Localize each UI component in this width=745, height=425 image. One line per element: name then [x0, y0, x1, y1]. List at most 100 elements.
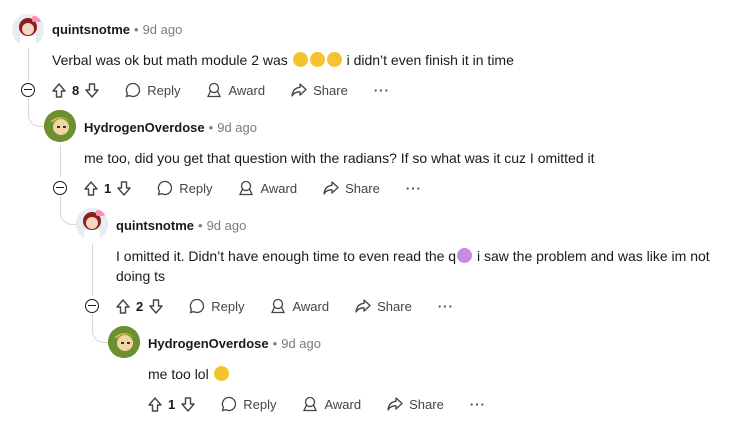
avatar-image — [108, 326, 140, 358]
collapse-thread-button[interactable] — [53, 181, 67, 195]
comment-meta: quintsnotme • 9d ago — [116, 218, 246, 234]
award-icon — [271, 298, 286, 314]
timestamp[interactable]: 9d ago — [217, 120, 257, 135]
timestamp[interactable]: 9d ago — [143, 22, 183, 37]
avatar[interactable] — [12, 14, 44, 46]
award-button[interactable]: Award — [206, 82, 265, 98]
thread-curve — [28, 98, 45, 127]
arrow-up-icon[interactable] — [52, 82, 66, 98]
more-options-button[interactable]: ··· — [406, 181, 422, 196]
award-label: Award — [228, 82, 266, 98]
share-button[interactable]: Share — [323, 180, 380, 196]
comment-body: me too lol — [148, 364, 230, 384]
avatar-image — [76, 208, 108, 240]
comment-meta: HydrogenOverdose • 9d ago — [84, 120, 257, 136]
comment-body: Verbal was ok but math module 2 was i di… — [52, 50, 514, 70]
avatar[interactable] — [44, 110, 76, 142]
share-arrow-icon — [387, 397, 403, 411]
screaming-face-emoji-icon — [292, 52, 308, 67]
comment-body: I omitted it. Didn’t have enough time to… — [116, 246, 731, 286]
timestamp[interactable]: 9d ago — [281, 336, 321, 351]
share-button[interactable]: Share — [355, 298, 412, 314]
screaming-face-emoji-icon — [309, 52, 325, 67]
share-label: Share — [313, 82, 348, 98]
award-button[interactable]: Award — [238, 180, 297, 196]
award-label: Award — [292, 298, 330, 314]
arrow-up-icon[interactable] — [148, 396, 162, 412]
laughing-face-emoji-icon — [213, 366, 229, 381]
crying-face-emoji-icon — [457, 248, 473, 263]
share-label: Share — [409, 396, 444, 412]
avatar[interactable] — [108, 326, 140, 358]
comment-text: doing ts — [116, 268, 166, 284]
award-label: Award — [324, 396, 362, 412]
author-name[interactable]: quintsnotme — [116, 218, 194, 233]
thread-line — [92, 244, 93, 296]
vote-count: 1 — [104, 180, 112, 196]
share-arrow-icon — [355, 299, 371, 313]
arrow-down-icon[interactable] — [149, 298, 163, 314]
collapse-thread-button[interactable] — [85, 299, 99, 313]
separator-dot: • — [272, 336, 278, 351]
speech-bubble-icon — [221, 396, 237, 412]
screaming-face-emoji-icon — [326, 52, 342, 67]
more-options-button[interactable]: ··· — [438, 299, 454, 314]
thread-line — [28, 48, 29, 82]
vote-count: 8 — [72, 82, 80, 98]
comment-text: me too lol — [148, 366, 209, 382]
thread-curve — [92, 314, 109, 343]
share-button[interactable]: Share — [291, 82, 348, 98]
author-name[interactable]: HydrogenOverdose — [148, 336, 269, 351]
award-icon — [239, 180, 254, 196]
award-icon — [207, 82, 222, 98]
reply-label: Reply — [179, 180, 213, 196]
award-button[interactable]: Award — [302, 396, 361, 412]
vote-controls: 8 — [52, 83, 99, 98]
speech-bubble-icon — [125, 82, 141, 98]
avatar[interactable] — [76, 208, 108, 240]
arrow-down-icon[interactable] — [181, 396, 195, 412]
award-button[interactable]: Award — [270, 298, 329, 314]
comment-text: i saw the problem and was like im not — [477, 248, 710, 264]
share-button[interactable]: Share — [387, 396, 444, 412]
author-name[interactable]: quintsnotme — [52, 22, 130, 37]
award-icon — [303, 396, 318, 412]
arrow-down-icon[interactable] — [117, 180, 131, 196]
comment-meta: HydrogenOverdose • 9d ago — [148, 336, 321, 352]
comment-actions: 2 Reply Award Share ··· — [116, 294, 454, 318]
vote-count: 2 — [136, 298, 144, 314]
more-options-button[interactable]: ··· — [470, 397, 486, 412]
share-arrow-icon — [291, 83, 307, 97]
comment-text: I omitted it. Didn’t have enough time to… — [116, 248, 457, 264]
award-label: Award — [260, 180, 298, 196]
reply-label: Reply — [147, 82, 181, 98]
separator-dot: • — [208, 120, 214, 135]
arrow-down-icon[interactable] — [85, 82, 99, 98]
reply-button[interactable]: Reply — [221, 396, 276, 412]
share-label: Share — [345, 180, 380, 196]
timestamp[interactable]: 9d ago — [207, 218, 247, 233]
comment-actions: 8 Reply Award Share ··· — [52, 78, 390, 102]
reply-label: Reply — [243, 396, 277, 412]
thread-line — [60, 146, 61, 178]
vote-controls: 1 — [84, 181, 131, 196]
reply-button[interactable]: Reply — [125, 82, 180, 98]
speech-bubble-icon — [189, 298, 205, 314]
comment-actions: 1 Reply Award Share ··· — [84, 176, 422, 200]
author-name[interactable]: HydrogenOverdose — [84, 120, 205, 135]
speech-bubble-icon — [157, 180, 173, 196]
thread-curve — [60, 196, 77, 225]
arrow-up-icon[interactable] — [116, 298, 130, 314]
comment-text: i didn’t even finish it in time — [346, 52, 514, 68]
more-options-button[interactable]: ··· — [374, 83, 390, 98]
vote-count: 1 — [168, 396, 176, 412]
reply-button[interactable]: Reply — [157, 180, 212, 196]
collapse-thread-button[interactable] — [21, 83, 35, 97]
separator-dot: • — [198, 218, 203, 233]
comment-actions: 1 Reply Award Share ··· — [148, 392, 486, 416]
separator-dot: • — [134, 22, 139, 37]
vote-controls: 2 — [116, 299, 163, 314]
arrow-up-icon[interactable] — [84, 180, 98, 196]
reply-button[interactable]: Reply — [189, 298, 244, 314]
avatar-image — [44, 110, 76, 142]
